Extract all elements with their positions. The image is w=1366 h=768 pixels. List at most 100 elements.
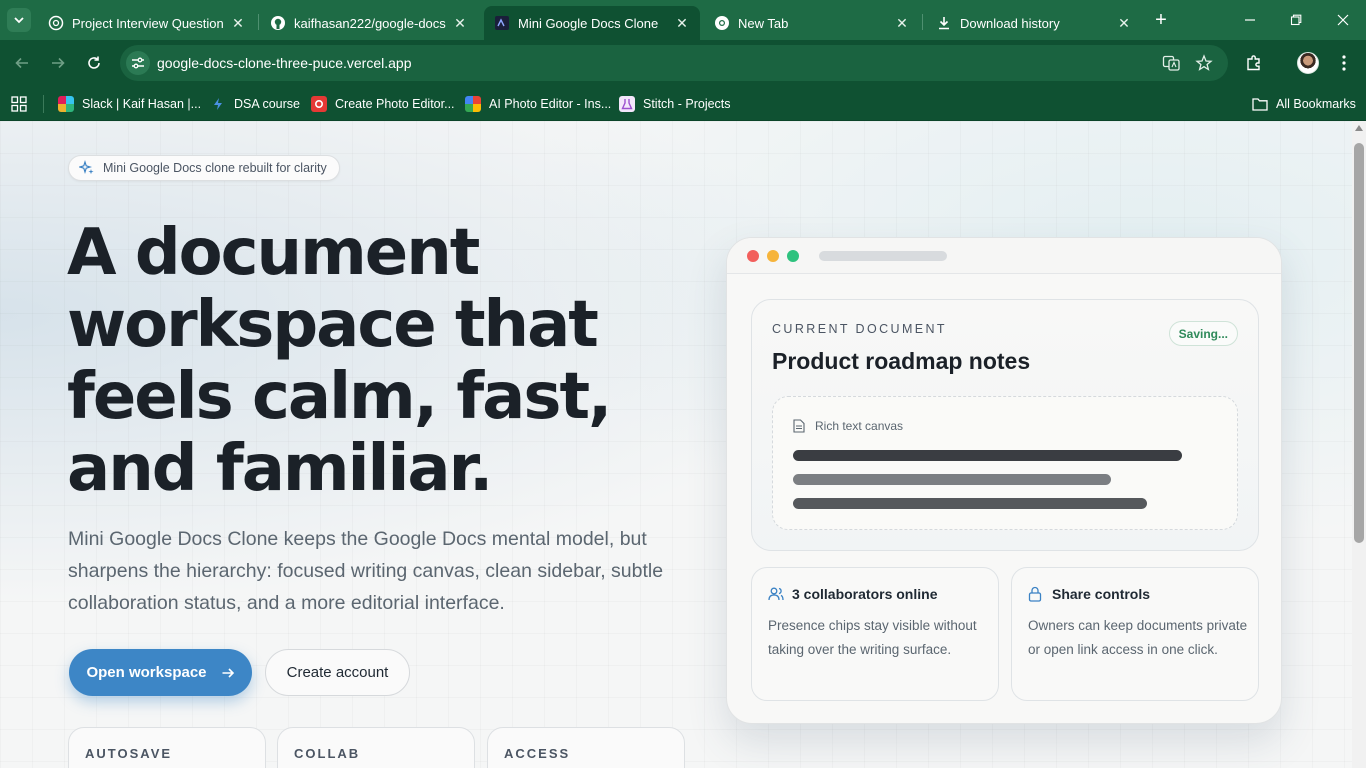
back-button[interactable] — [10, 51, 34, 75]
window-dot-yellow — [767, 250, 779, 262]
forward-button[interactable] — [46, 51, 70, 75]
reload-icon — [88, 56, 100, 69]
close-icon — [1337, 14, 1349, 26]
url-text[interactable]: google-docs-clone-three-puce.vercel.app — [157, 55, 411, 71]
tab-separator — [258, 14, 259, 30]
bookmark-slack[interactable]: Slack | Kaif Hasan |... — [58, 94, 201, 114]
stat-card-autosave: AUTOSAVE — [68, 727, 266, 768]
preview-window-header — [727, 238, 1281, 274]
stat-label: COLLAB — [294, 746, 361, 761]
hero-badge-text: Mini Google Docs clone rebuilt for clari… — [103, 161, 327, 175]
ai-photo-editor-icon — [465, 96, 481, 112]
bookmark-photo-editor[interactable]: Create Photo Editor... — [311, 94, 455, 114]
browser-toolbar: google-docs-clone-three-puce.vercel.app — [0, 40, 1366, 86]
minimize-button[interactable] — [1238, 8, 1262, 32]
translate-icon[interactable] — [1162, 54, 1180, 72]
bookmark-label: DSA course — [234, 97, 301, 111]
window-dot-red — [747, 250, 759, 262]
open-workspace-button[interactable]: Open workspace — [69, 649, 252, 696]
app-preview-window: CURRENT DOCUMENT Product roadmap notes S… — [726, 237, 1282, 724]
create-account-label: Create account — [286, 664, 389, 681]
tab-project-interview[interactable]: Project Interview Questions ✕ — [38, 6, 256, 40]
close-icon[interactable]: ✕ — [230, 15, 246, 31]
new-tab-button[interactable]: + — [1151, 10, 1171, 30]
bookmark-ai-photo-editor[interactable]: AI Photo Editor - Ins... — [465, 94, 611, 114]
tab-mini-google-docs[interactable]: Mini Google Docs Clone ✕ — [484, 6, 700, 40]
address-bar[interactable]: google-docs-clone-three-puce.vercel.app — [120, 45, 1228, 81]
dsa-course-icon — [210, 96, 226, 112]
stat-card-collab: COLLAB — [277, 727, 475, 768]
saving-status-badge: Saving... — [1168, 321, 1238, 346]
canvas-label-text: Rich text canvas — [815, 419, 904, 433]
collaborators-title: 3 collaborators online — [792, 586, 938, 602]
apps-grid-icon — [11, 96, 27, 112]
preview-address-placeholder — [819, 251, 947, 261]
tab-download-history[interactable]: Download history ✕ — [926, 6, 1142, 40]
tab-new-tab[interactable]: New Tab ✕ — [704, 6, 920, 40]
hero-badge: Mini Google Docs clone rebuilt for clari… — [68, 155, 340, 181]
profile-avatar[interactable] — [1297, 52, 1319, 74]
download-icon — [936, 15, 952, 31]
apps-grid-button[interactable] — [11, 94, 27, 114]
share-controls-card: Share controls Owners can keep documents… — [1011, 567, 1259, 701]
close-icon[interactable]: ✕ — [894, 15, 910, 31]
current-document-card: CURRENT DOCUMENT Product roadmap notes S… — [751, 299, 1259, 551]
landing-page: Mini Google Docs clone rebuilt for clari… — [0, 121, 1352, 768]
tab-title: Project Interview Questions — [72, 15, 224, 31]
chatgpt-icon — [48, 15, 64, 31]
text-placeholder-line — [793, 474, 1111, 485]
tab-title: Download history — [960, 15, 1060, 31]
menu-kebab-icon[interactable] — [1333, 52, 1355, 74]
tab-strip: Project Interview Questions ✕ kaifhasan2… — [0, 0, 1366, 40]
collaborators-heading: 3 collaborators online — [768, 586, 937, 602]
collaborators-description: Presence chips stay visible without taki… — [768, 618, 977, 657]
document-title: Product roadmap notes — [772, 348, 1031, 374]
collaborators-card: 3 collaborators online Presence chips st… — [751, 567, 999, 701]
bookmark-stitch[interactable]: Stitch - Projects — [619, 94, 731, 114]
tab-github[interactable]: kaifhasan222/google-docs-c ✕ — [260, 6, 478, 40]
close-icon[interactable]: ✕ — [452, 15, 468, 31]
sparkles-icon — [79, 160, 95, 176]
arrow-right-icon — [52, 57, 65, 69]
hero-subtitle: Mini Google Docs Clone keeps the Google … — [68, 528, 664, 614]
restore-button[interactable] — [1284, 8, 1308, 32]
share-controls-title: Share controls — [1052, 586, 1151, 602]
arrow-left-icon — [15, 57, 28, 69]
lock-icon — [1028, 586, 1044, 602]
reload-button[interactable] — [82, 51, 106, 75]
users-icon — [768, 586, 784, 602]
current-document-kicker: CURRENT DOCUMENT — [772, 322, 947, 336]
window-dot-green — [787, 250, 799, 262]
tab-separator — [922, 14, 923, 30]
site-info-icon[interactable] — [126, 51, 150, 75]
canvas-label: Rich text canvas — [793, 419, 903, 433]
close-icon[interactable]: ✕ — [674, 15, 690, 31]
tab-title: Mini Google Docs Clone — [518, 15, 659, 31]
bookmark-star-icon[interactable] — [1195, 54, 1213, 72]
close-icon[interactable]: ✕ — [1116, 15, 1132, 31]
text-placeholder-line — [793, 498, 1147, 509]
rich-text-canvas-preview: Rich text canvas — [772, 396, 1238, 530]
bookmark-dsa-course[interactable]: DSA course — [210, 94, 300, 114]
bookmarks-divider — [43, 95, 44, 113]
bookmark-label: Create Photo Editor... — [335, 97, 455, 111]
scrollbar-thumb[interactable] — [1354, 143, 1364, 543]
scroll-up-arrow-icon[interactable] — [1355, 125, 1363, 131]
create-account-button[interactable]: Create account — [265, 649, 410, 696]
bookmark-label: Stitch - Projects — [643, 97, 731, 111]
photo-editor-icon — [311, 96, 327, 112]
tab-title: kaifhasan222/google-docs-c — [294, 15, 446, 31]
stat-card-access: ACCESS — [487, 727, 685, 768]
extensions-icon[interactable] — [1243, 52, 1265, 74]
tab-search-button[interactable] — [7, 8, 31, 32]
minimize-icon — [1245, 19, 1255, 21]
stitch-icon — [619, 96, 635, 112]
file-text-icon — [793, 419, 807, 433]
close-window-button[interactable] — [1331, 8, 1355, 32]
page-scrollbar[interactable] — [1352, 121, 1366, 768]
stat-label: AUTOSAVE — [85, 746, 173, 761]
tab-title: New Tab — [738, 15, 789, 31]
all-bookmarks-button[interactable]: All Bookmarks — [1252, 94, 1356, 114]
chrome-icon — [714, 15, 730, 31]
text-placeholder-line — [793, 450, 1182, 461]
